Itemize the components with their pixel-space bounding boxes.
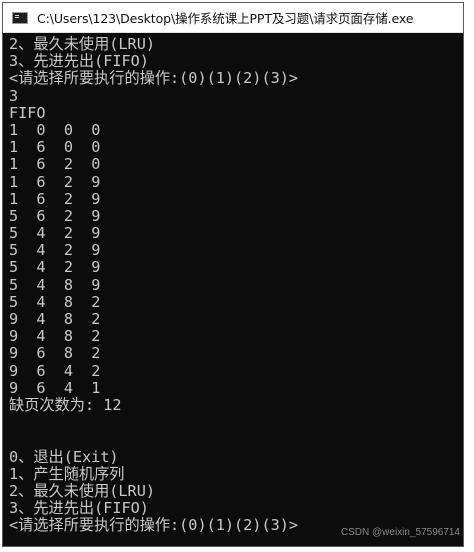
console-line: 5 4 8 2 xyxy=(9,292,101,311)
watermark: CSDN @weixin_57596714 xyxy=(340,527,460,538)
console-line: <请选择所要执行的操作:(0)(1)(2)(3)> xyxy=(9,69,299,88)
console-line: 9 4 8 2 xyxy=(9,310,101,328)
console-line: 1 6 2 0 xyxy=(9,155,101,174)
console-line: 1 6 0 0 xyxy=(9,138,101,157)
console-line: 3、先进先出(FIFO) xyxy=(9,499,149,518)
console-line: 1 0 0 0 xyxy=(9,120,101,139)
console-window: C:\Users\123\Desktop\操作系统课上PPT及习题\请求页面存储… xyxy=(2,2,464,547)
console-line: 5 4 2 9 xyxy=(9,224,101,243)
console-line: 9 6 4 2 xyxy=(9,361,101,380)
console-line: 3、先进先出(FIFO) xyxy=(9,52,149,71)
console-line: 缺页次数为: 12 xyxy=(9,395,122,414)
console-line: 2、最久未使用(LRU) xyxy=(9,481,155,500)
console-line: 1、产生随机序列 xyxy=(9,464,125,483)
console-line: 1 6 2 9 xyxy=(9,172,101,191)
window-title: C:\Users\123\Desktop\操作系统课上PPT及习题\请求页面存储… xyxy=(37,11,414,26)
console-line: FIFO xyxy=(9,103,46,122)
console-line: 1 6 2 9 xyxy=(9,189,101,208)
console-line: 2、最久未使用(LRU) xyxy=(9,35,155,53)
title-bar[interactable]: C:\Users\123\Desktop\操作系统课上PPT及习题\请求页面存储… xyxy=(3,3,463,33)
console-line: 5 4 2 9 xyxy=(9,258,101,277)
console-line: 5 4 2 9 xyxy=(9,241,101,260)
console-app-icon xyxy=(12,11,28,24)
console-line: 0、退出(Exit) xyxy=(9,447,119,466)
console-output[interactable]: 2、最久未使用(LRU) 3、先进先出(FIFO) <请选择所要执行的操作:(0)(… xyxy=(3,33,463,534)
console-line: 9 6 8 2 xyxy=(9,344,101,363)
console-line: 5 4 8 9 xyxy=(9,275,101,294)
console-line: 5 6 2 9 xyxy=(9,206,101,225)
console-line: 9 4 8 2 xyxy=(9,327,101,346)
console-line: 9 6 4 1 xyxy=(9,378,101,397)
console-line: 3 xyxy=(9,86,19,105)
